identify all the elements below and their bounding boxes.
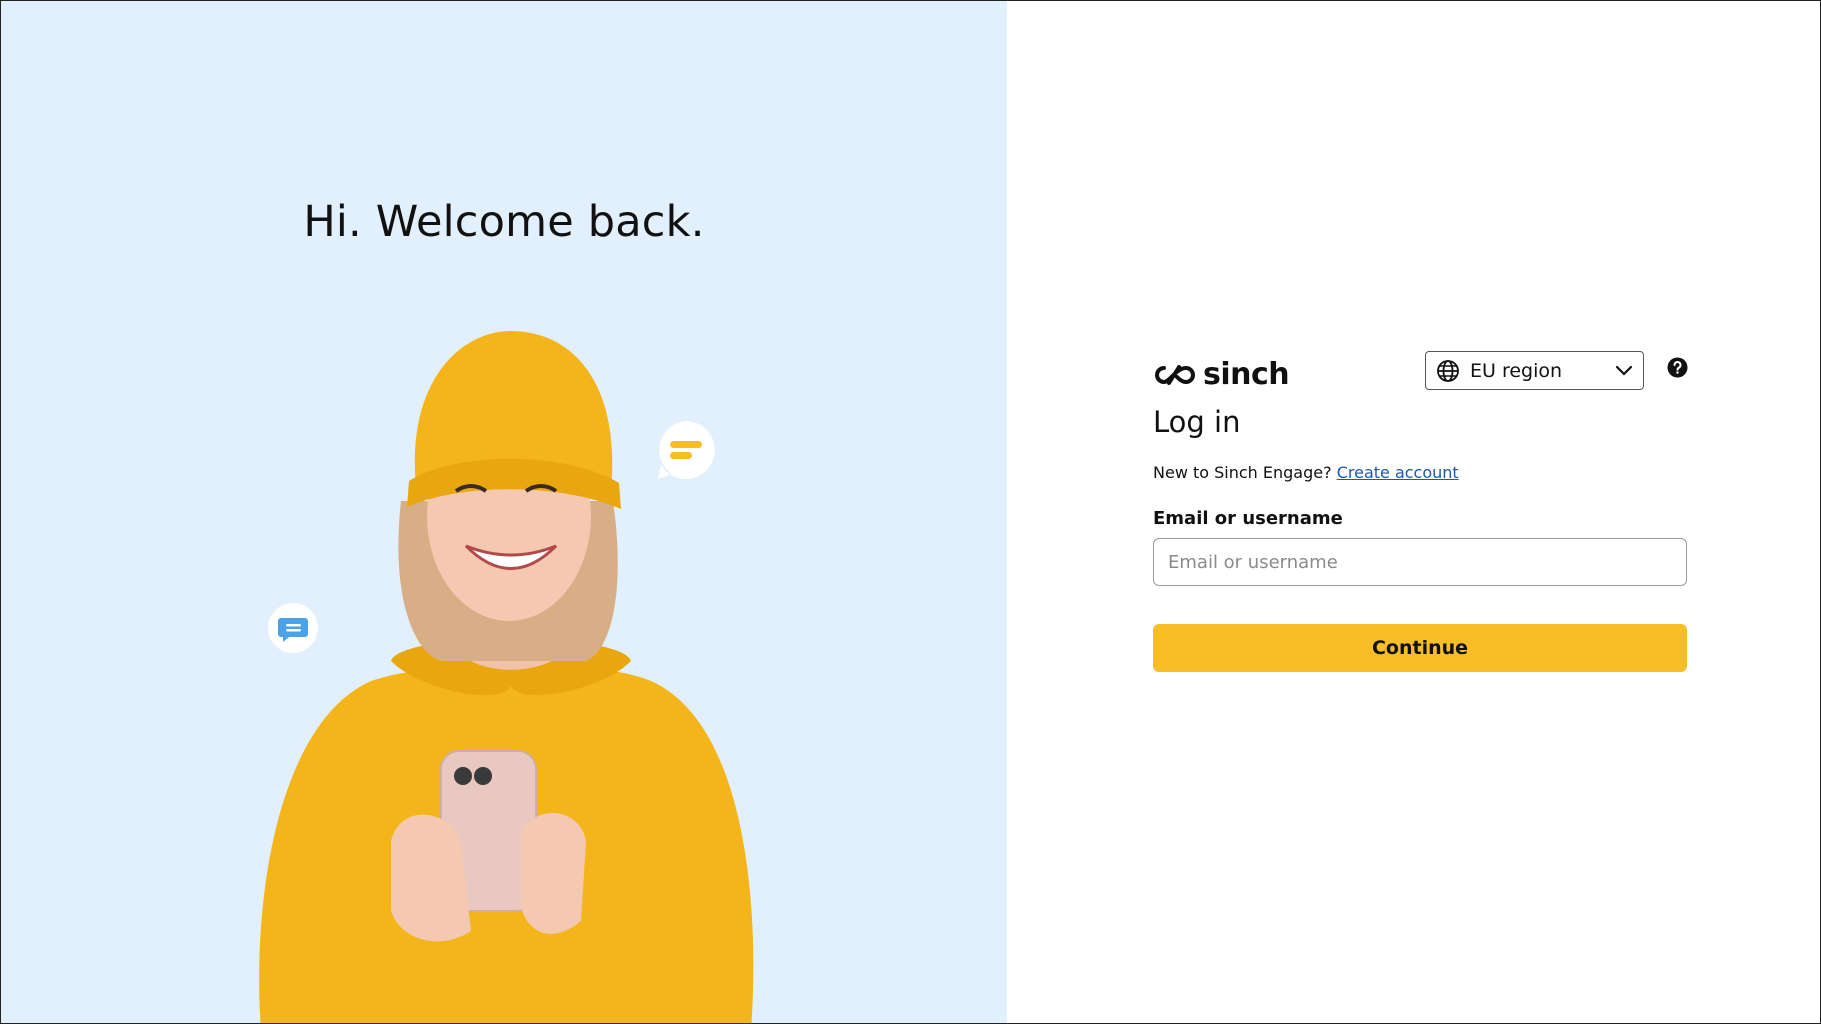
login-title: Log in	[1153, 405, 1241, 439]
login-header: sinch EU region	[1153, 349, 1688, 392]
brand-name: sinch	[1203, 357, 1290, 392]
login-form: sinch EU region Log in New to Sinch Enga…	[1153, 349, 1688, 672]
continue-button[interactable]: Continue	[1153, 624, 1687, 672]
woman-with-phone-illustration	[259, 331, 754, 1023]
welcome-panel: Hi. Welcome back.	[1, 1, 1007, 1023]
sinch-logo: sinch	[1153, 357, 1290, 392]
signup-prompt: New to Sinch Engage? Create account	[1153, 463, 1687, 482]
login-panel: sinch EU region Log in New to Sinch Enga…	[1007, 1, 1820, 1023]
signup-prompt-text: New to Sinch Engage?	[1153, 463, 1332, 482]
help-icon[interactable]	[1667, 357, 1688, 378]
sinch-logo-icon	[1155, 364, 1195, 385]
region-select[interactable]: EU region	[1425, 351, 1644, 390]
welcome-heading: Hi. Welcome back.	[303, 197, 705, 247]
create-account-link[interactable]: Create account	[1337, 463, 1459, 482]
chevron-down-icon	[1615, 365, 1633, 376]
region-select-label: EU region	[1470, 359, 1563, 382]
login-page: Hi. Welcome back. sinch EU region Log in…	[0, 0, 1821, 1024]
email-field-label: Email or username	[1153, 508, 1343, 529]
email-field[interactable]	[1153, 538, 1687, 586]
globe-icon	[1437, 359, 1459, 382]
